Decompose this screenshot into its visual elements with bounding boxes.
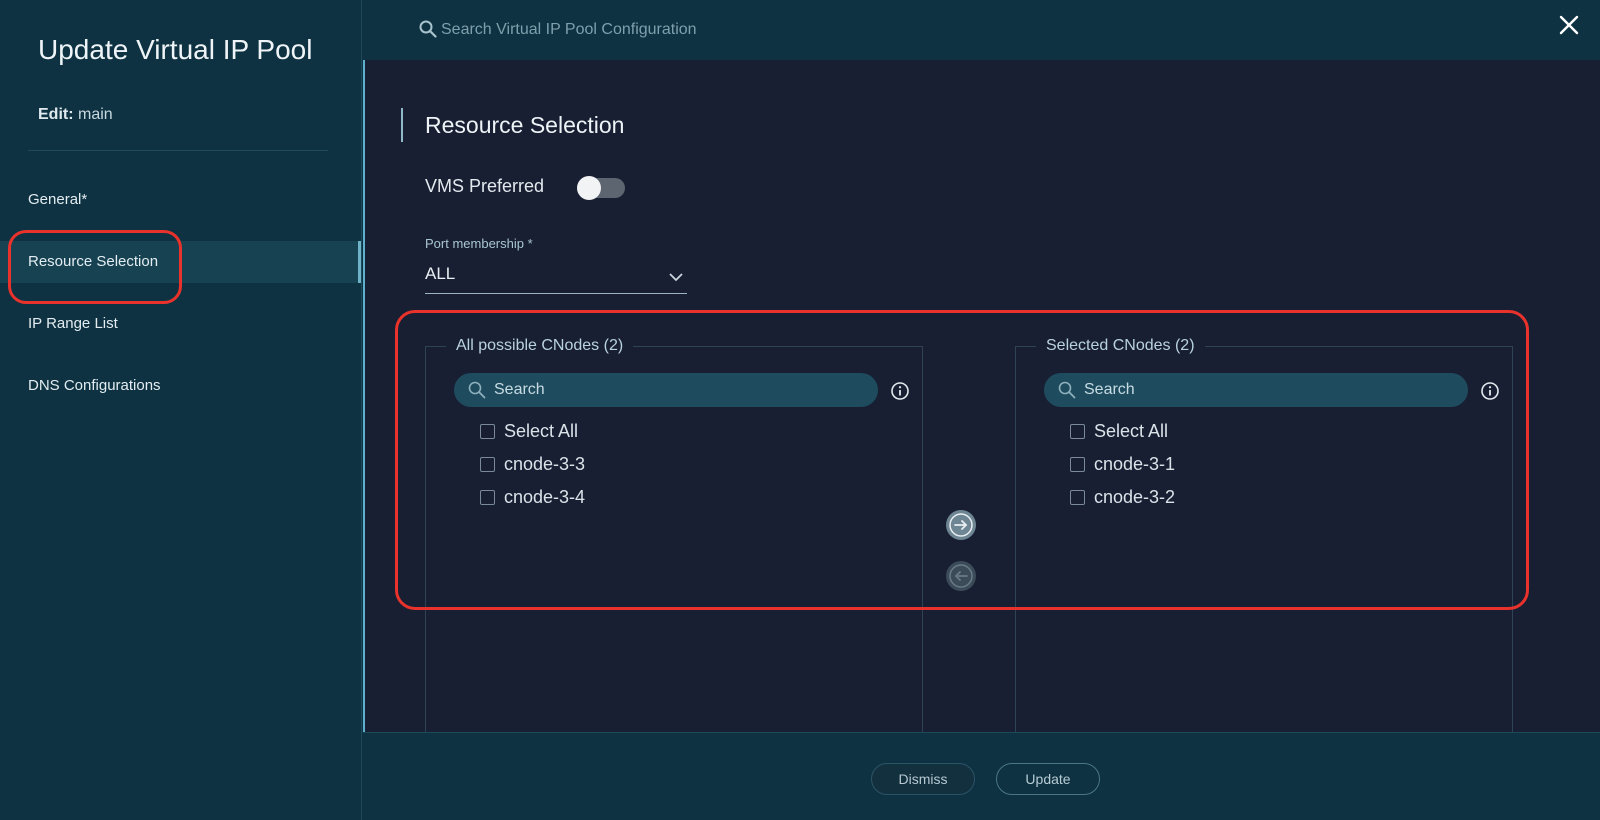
vms-preferred-label: VMS Preferred (425, 176, 545, 196)
checkbox[interactable] (1070, 456, 1085, 472)
edit-context: Edit: main (38, 106, 113, 124)
info-icon[interactable] (890, 381, 910, 401)
sidebar: Update Virtual IP Pool Edit: main Genera… (0, 0, 362, 820)
arrow-right-icon[interactable] (945, 509, 977, 541)
update-button[interactable]: Update (996, 763, 1100, 795)
vms-preferred-toggle[interactable] (577, 176, 625, 200)
available-select-all[interactable]: Select All (480, 418, 578, 444)
cnode-label: cnode-3-3 (504, 453, 586, 474)
select-all-label: Select All (504, 420, 579, 441)
search-icon (419, 20, 437, 38)
list-item[interactable]: cnode-3-1 (1070, 451, 1175, 477)
dismiss-button[interactable]: Dismiss (871, 763, 975, 795)
port-membership-select[interactable]: ALL (425, 256, 687, 294)
checkbox[interactable] (480, 489, 495, 505)
search-icon (468, 381, 486, 399)
toggle-knob (577, 176, 601, 200)
info-icon[interactable] (1480, 381, 1500, 401)
port-membership-value: ALL (425, 264, 456, 283)
footer: Dismiss Update (363, 732, 1600, 820)
selected-search (1044, 373, 1468, 407)
sidebar-item-label: DNS Configurations (28, 377, 161, 394)
port-membership-label: Port membership * (425, 236, 533, 251)
page-title: Update Virtual IP Pool (38, 34, 313, 65)
selected-search-input[interactable] (1084, 377, 1454, 403)
selected-cnodes-legend: Selected CNodes (2) (1036, 337, 1205, 355)
search-icon (1058, 381, 1076, 399)
config-search-bar (363, 0, 1600, 60)
checkbox[interactable] (1070, 489, 1085, 505)
selected-cnodes-panel: Selected CNodes (2) Select All cnode-3-1… (1015, 337, 1513, 732)
checkbox[interactable] (480, 423, 495, 439)
checkbox[interactable] (480, 456, 495, 472)
section-marker (401, 108, 403, 142)
chevron-down-icon (669, 273, 683, 282)
sidebar-item-label: Resource Selection (28, 253, 159, 270)
sidebar-divider (28, 150, 328, 151)
cnode-label: cnode-3-2 (1094, 486, 1176, 507)
sidebar-item-label: IP Range List (28, 315, 118, 332)
close-icon[interactable] (1556, 12, 1582, 38)
sidebar-item-dns-configurations[interactable]: DNS Configurations (0, 365, 361, 407)
selected-select-all[interactable]: Select All (1070, 418, 1168, 444)
list-item[interactable]: cnode-3-3 (480, 451, 585, 477)
checkbox[interactable] (1070, 423, 1085, 439)
sidebar-item-resource-selection[interactable]: Resource Selection (0, 241, 361, 283)
cnode-label: cnode-3-1 (1094, 453, 1176, 474)
available-cnodes-legend: All possible CNodes (2) (446, 337, 634, 355)
main-panel: Resource Selection VMS Preferred Port me… (363, 60, 1600, 732)
cnode-label: cnode-3-4 (504, 486, 586, 507)
sidebar-item-ip-range-list[interactable]: IP Range List (0, 303, 361, 345)
arrow-left-icon[interactable] (945, 560, 977, 592)
list-item[interactable]: cnode-3-4 (480, 484, 585, 510)
sidebar-item-label: General* (28, 191, 88, 208)
sidebar-item-general[interactable]: General* (0, 179, 361, 221)
available-cnodes-panel: All possible CNodes (2) Select All cnode… (425, 337, 923, 732)
edit-label: Edit: (38, 106, 74, 123)
list-item[interactable]: cnode-3-2 (1070, 484, 1175, 510)
available-search (454, 373, 878, 407)
edit-value: main (78, 106, 113, 123)
section-title: Resource Selection (425, 112, 625, 138)
available-search-input[interactable] (494, 377, 864, 403)
config-search-input[interactable] (441, 16, 941, 44)
select-all-label: Select All (1094, 420, 1169, 441)
